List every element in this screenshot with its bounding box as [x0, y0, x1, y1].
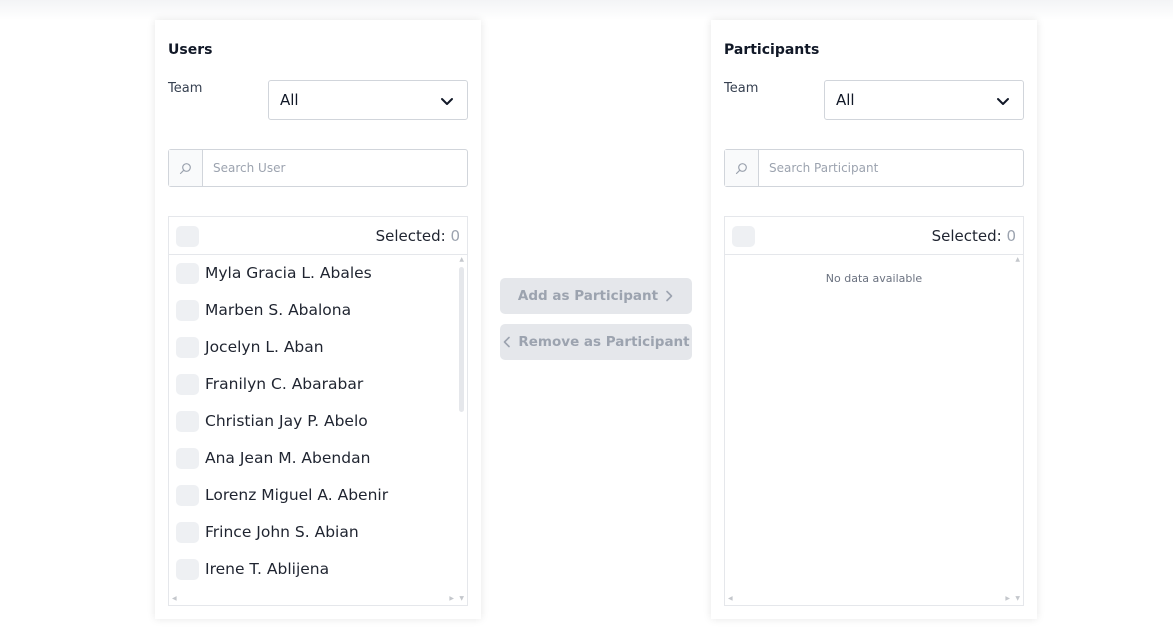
- scroll-up-icon[interactable]: ▲: [459, 257, 464, 263]
- remove-participant-label: Remove as Participant: [518, 334, 690, 350]
- participants-team-select[interactable]: All: [824, 80, 1024, 120]
- users-list-header: Selected: 0: [169, 217, 467, 255]
- user-checkbox[interactable]: [176, 485, 199, 506]
- participants-search-box: [724, 149, 1024, 187]
- user-name: Lorenz Miguel A. Abenir: [205, 486, 389, 504]
- user-checkbox[interactable]: [176, 337, 199, 358]
- list-item[interactable]: Frince John S. Abian: [169, 514, 459, 551]
- users-scrollbar[interactable]: [459, 267, 464, 412]
- user-checkbox[interactable]: [176, 263, 199, 284]
- list-item[interactable]: Myla Gracia L. Abales: [169, 255, 459, 292]
- users-team-value: All: [280, 91, 299, 109]
- users-selected-label: Selected:: [375, 227, 446, 245]
- user-checkbox[interactable]: [176, 374, 199, 395]
- list-item[interactable]: Irene T. Ablijena: [169, 551, 459, 588]
- participants-selected-label: Selected:: [931, 227, 1002, 245]
- scroll-down-icon[interactable]: ▼: [1015, 596, 1020, 602]
- scroll-down-icon[interactable]: ▼: [459, 596, 464, 602]
- list-item[interactable]: Marben S. Abalona: [169, 292, 459, 329]
- chevron-down-icon: [441, 98, 453, 105]
- participants-list: Selected: 0 No data available ▲ ▼ ◀ ▶: [724, 216, 1024, 606]
- user-name: Jocelyn L. Aban: [205, 338, 324, 356]
- search-icon: [179, 162, 191, 174]
- participants-list-header: Selected: 0: [725, 217, 1023, 255]
- participants-panel-title: Participants: [724, 42, 820, 58]
- top-shadow: [0, 0, 1173, 20]
- user-name: Christian Jay P. Abelo: [205, 412, 368, 430]
- user-name: Ana Jean M. Abendan: [205, 449, 371, 467]
- users-search-box: [168, 149, 468, 187]
- user-name: Myla Gracia L. Abales: [205, 264, 372, 282]
- participants-panel: Participants Team All Selected: 0 No dat…: [711, 20, 1037, 619]
- add-participant-button[interactable]: Add as Participant: [500, 278, 692, 314]
- user-checkbox[interactable]: [176, 411, 199, 432]
- user-name: Irene T. Ablijena: [205, 560, 330, 578]
- users-panel: Users Team All Selected: 0 ▲ ▼ ◀: [155, 20, 481, 619]
- list-item[interactable]: Ana Jean M. Abendan: [169, 440, 459, 477]
- scroll-right-icon[interactable]: ▶: [1005, 596, 1010, 602]
- user-name: Frince John S. Abian: [205, 523, 359, 541]
- list-item[interactable]: Franilyn C. Abarabar: [169, 366, 459, 403]
- participants-search-addon: [725, 150, 759, 186]
- participants-selected-count: 0: [1006, 227, 1016, 245]
- user-checkbox[interactable]: [176, 300, 199, 321]
- participants-selected-counter: Selected: 0: [932, 227, 1016, 245]
- chevron-right-icon: [666, 290, 673, 302]
- users-team-select[interactable]: All: [268, 80, 468, 120]
- empty-state-text: No data available: [825, 272, 923, 285]
- user-checkbox[interactable]: [176, 522, 199, 543]
- chevron-left-icon: [504, 336, 511, 348]
- users-select-all-checkbox[interactable]: [176, 226, 199, 247]
- search-icon: [735, 162, 747, 174]
- scroll-left-icon[interactable]: ◀: [172, 596, 177, 602]
- users-panel-title: Users: [168, 42, 213, 58]
- participants-search-input[interactable]: [759, 150, 1023, 186]
- scroll-right-icon[interactable]: ▶: [449, 596, 454, 602]
- list-item[interactable]: Lorenz Miguel A. Abenir: [169, 477, 459, 514]
- chevron-down-icon: [997, 98, 1009, 105]
- user-name: Marben S. Abalona: [205, 301, 352, 319]
- scroll-up-icon[interactable]: ▲: [1015, 257, 1020, 263]
- user-checkbox[interactable]: [176, 559, 199, 580]
- add-participant-label: Add as Participant: [517, 288, 659, 304]
- list-item[interactable]: Christian Jay P. Abelo: [169, 403, 459, 440]
- participants-team-value: All: [836, 91, 855, 109]
- participants-rows: No data available ▲ ▼ ◀ ▶: [725, 255, 1023, 605]
- users-list: Selected: 0 ▲ ▼ ◀ ▶ Myla Gracia L. Abale…: [168, 216, 468, 606]
- user-name: Franilyn C. Abarabar: [205, 375, 364, 393]
- users-selected-counter: Selected: 0: [376, 227, 460, 245]
- list-item[interactable]: Jocelyn L. Aban: [169, 329, 459, 366]
- users-team-label: Team: [168, 81, 203, 96]
- participants-team-label: Team: [724, 81, 759, 96]
- remove-participant-button[interactable]: Remove as Participant: [500, 324, 692, 360]
- participants-select-all-checkbox[interactable]: [732, 226, 755, 247]
- users-search-input[interactable]: [203, 150, 467, 186]
- users-search-addon: [169, 150, 203, 186]
- user-checkbox[interactable]: [176, 448, 199, 469]
- users-rows[interactable]: ▲ ▼ ◀ ▶ Myla Gracia L. Abales Marben S. A…: [169, 255, 467, 605]
- users-selected-count: 0: [450, 227, 460, 245]
- scroll-left-icon[interactable]: ◀: [728, 596, 733, 602]
